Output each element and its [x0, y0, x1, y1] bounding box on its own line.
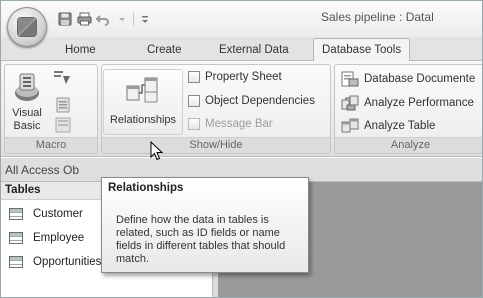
analyze-group-label: Analyze [335, 137, 482, 153]
relationships-button[interactable]: Relationships [103, 69, 183, 135]
analyze-table-label: Analyze Table [364, 120, 436, 132]
show-hide-group: Relationships Property Sheet Object Depe… [101, 64, 331, 154]
tab-home[interactable]: Home [65, 44, 96, 56]
analyze-table-button[interactable]: Analyze Table [341, 118, 435, 134]
visual-basic-label-1: Visual [12, 107, 42, 119]
title-bar: Sales pipeline : Datal [1, 1, 482, 37]
macro-group: Visual Basic Macro [4, 64, 98, 154]
analyze-table-icon [341, 118, 359, 133]
analyze-performance-button[interactable]: Analyze Performance [341, 95, 474, 111]
tab-database-tools[interactable]: Database Tools [313, 38, 411, 62]
analyze-performance-label: Analyze Performance [364, 97, 474, 109]
message-bar-checkbox[interactable]: Message Bar [188, 118, 273, 130]
ribbon: Visual Basic Macro Relationships Propert… [1, 61, 482, 157]
tab-create[interactable]: Create [147, 44, 182, 56]
analyze-performance-icon [341, 95, 359, 111]
message-bar-label: Message Bar [205, 118, 273, 130]
database-documenter-button[interactable]: Database Documente [341, 71, 475, 87]
access-window: Sales pipeline : Datal Home Create Exter… [0, 0, 483, 298]
office-button[interactable] [7, 7, 47, 47]
table-icon [9, 208, 23, 220]
create-shortcut-menu-icon[interactable] [55, 117, 71, 133]
table-icon [9, 256, 23, 268]
property-sheet-icon [188, 71, 200, 83]
customize-qat-icon[interactable] [137, 11, 153, 27]
tooltip-body: Define how the data in tables is related… [116, 214, 286, 265]
analyze-group: Database Documente Analyze Performance A… [334, 64, 482, 154]
mouse-cursor-icon [150, 140, 164, 164]
database-documenter-label: Database Documente [364, 73, 476, 85]
visual-basic-label-2: Basic [13, 120, 41, 132]
message-bar-checkbox-box [188, 118, 200, 130]
qat-separator [133, 12, 134, 26]
visual-basic-button[interactable]: Visual Basic [7, 71, 47, 133]
visual-basic-icon [15, 73, 39, 101]
relationships-icon [126, 77, 158, 103]
quick-access-toolbar [57, 9, 153, 29]
office-logo-icon [18, 18, 36, 36]
tables-group-label: Tables [5, 184, 41, 196]
tooltip-title: Relationships [108, 182, 184, 194]
nav-item-label: Customer [33, 208, 83, 220]
object-dependencies-label: Object Dependencies [205, 95, 315, 107]
relationships-tooltip: Relationships Define how the data in tab… [101, 177, 309, 273]
window-title: Sales pipeline : Datal [321, 10, 434, 24]
convert-macro-icon[interactable] [55, 97, 71, 113]
macro-group-label: Macro [5, 137, 97, 153]
table-icon [9, 232, 23, 244]
save-icon[interactable] [57, 11, 73, 27]
undo-dropdown-icon[interactable] [114, 11, 130, 27]
undo-icon[interactable] [95, 11, 111, 27]
navigation-pane-title: All Access Ob [5, 163, 80, 177]
object-dependencies-button[interactable]: Object Dependencies [188, 95, 315, 107]
property-sheet-button[interactable]: Property Sheet [188, 71, 282, 83]
ribbon-tab-row: Home Create External Data Database Tools [1, 37, 482, 62]
nav-item-label: Employee [33, 232, 85, 244]
relationships-label: Relationships [109, 114, 177, 126]
run-macro-icon[interactable] [53, 69, 70, 85]
tab-external-data[interactable]: External Data [219, 44, 289, 56]
database-documenter-icon [341, 71, 359, 87]
object-dependencies-icon [188, 95, 200, 107]
nav-item-label: Opportunities [33, 256, 102, 268]
print-icon[interactable] [76, 11, 92, 27]
property-sheet-label: Property Sheet [205, 71, 282, 83]
show-hide-group-label: Show/Hide [102, 137, 330, 153]
